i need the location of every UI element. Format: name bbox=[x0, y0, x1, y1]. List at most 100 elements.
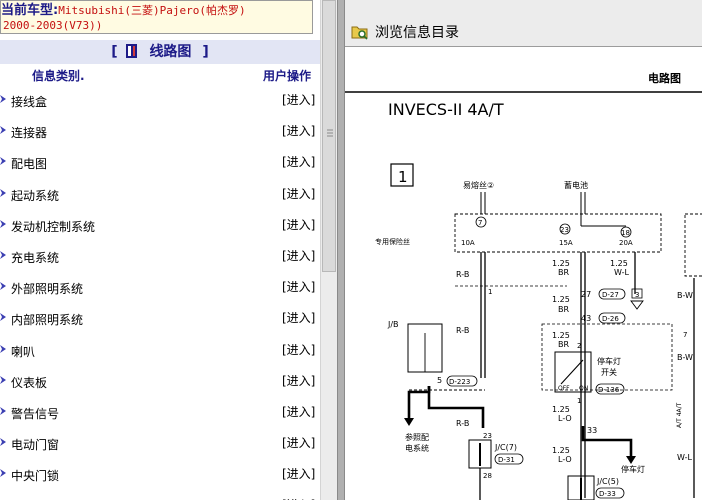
list-item[interactable]: 起动系统 [进入] bbox=[0, 180, 320, 211]
vehicle-header: 当前车型:Mitsubishi(三菱)Pajero(帕杰罗) 2000-2003… bbox=[0, 0, 313, 34]
svg-text:停车灯: 停车灯 bbox=[621, 464, 645, 474]
wiring-diagram-document: 电路图 INVECS-II 4A/T 1 易熔丝② 蓄电池 专用保险丝 7 10… bbox=[345, 48, 702, 500]
right-pane: 浏览信息目录 电路图 INVECS-II 4A/T 1 易熔丝② 蓄电池 专用保… bbox=[345, 0, 702, 500]
list-item-label: 中央门锁 bbox=[11, 469, 60, 484]
scroll-grip-icon bbox=[327, 129, 333, 137]
enter-link[interactable]: [进入] bbox=[282, 372, 315, 389]
svg-text:1: 1 bbox=[577, 397, 581, 405]
list-item[interactable]: 中央门锁 [进入] bbox=[0, 460, 320, 491]
chevron-right-icon bbox=[0, 344, 6, 353]
svg-text:1.25: 1.25 bbox=[552, 331, 570, 340]
left-pane: 当前车型:Mitsubishi(三菱)Pajero(帕杰罗) 2000-2003… bbox=[0, 0, 320, 500]
list-item[interactable]: 发动机控制系统 [进入] bbox=[0, 211, 320, 242]
down-arrow-icon bbox=[626, 456, 636, 464]
chevron-right-icon bbox=[0, 282, 6, 291]
list-item-label: 外部照明系统 bbox=[11, 282, 84, 297]
svg-text:停车灯: 停车灯 bbox=[597, 356, 621, 366]
list-item[interactable]: 连接器 [进入] bbox=[0, 117, 320, 148]
list-item[interactable]: 电动门窗 [进入] bbox=[0, 429, 320, 460]
enter-link[interactable]: [进入] bbox=[282, 434, 315, 451]
column-header: 信息类别. 用户操作 bbox=[0, 64, 320, 84]
chevron-right-icon bbox=[0, 250, 6, 259]
svg-text:43: 43 bbox=[581, 314, 591, 323]
list-item-label: 内部照明系统 bbox=[11, 313, 84, 328]
enter-link[interactable]: [进入] bbox=[282, 185, 315, 202]
pane-splitter[interactable] bbox=[337, 0, 345, 500]
enter-link[interactable]: [进入] bbox=[282, 122, 315, 139]
svg-text:L-O: L-O bbox=[558, 455, 572, 464]
folder-search-icon bbox=[351, 26, 368, 40]
enter-link[interactable]: [进入] bbox=[282, 465, 315, 482]
enter-link[interactable]: [进入] bbox=[282, 278, 315, 295]
list-item[interactable]: 喇叭 [进入] bbox=[0, 336, 320, 367]
svg-text:1: 1 bbox=[488, 288, 492, 296]
section-title: [ 线路图 ] bbox=[0, 40, 320, 64]
svg-text:7: 7 bbox=[683, 331, 687, 339]
chevron-right-icon bbox=[0, 95, 6, 103]
svg-text:1.25: 1.25 bbox=[552, 446, 570, 455]
svg-text:7: 7 bbox=[478, 219, 482, 227]
scroll-thumb[interactable] bbox=[322, 0, 336, 272]
enter-link[interactable]: [进入] bbox=[282, 496, 315, 500]
browse-catalog-label: 浏览信息目录 bbox=[375, 25, 459, 41]
list-item[interactable]: 空调系统[进入] bbox=[0, 491, 320, 500]
list-item-label: 喇叭 bbox=[11, 344, 36, 359]
svg-text:参照配: 参照配 bbox=[405, 432, 429, 442]
list-item-label: 配电图 bbox=[11, 157, 48, 172]
svg-text:3: 3 bbox=[635, 291, 639, 299]
list-item[interactable]: 警告信号 [进入] bbox=[0, 398, 320, 429]
fusible-link-label: 易熔丝② bbox=[463, 180, 494, 190]
list-item[interactable]: 外部照明系统 [进入] bbox=[0, 273, 320, 304]
svg-text:A/T 4A/T: A/T 4A/T bbox=[676, 402, 683, 428]
svg-text:D-136: D-136 bbox=[598, 386, 620, 394]
diagram-title: INVECS-II 4A/T bbox=[388, 100, 504, 119]
chevron-right-icon bbox=[0, 438, 6, 447]
section-title-text: 线路图 bbox=[149, 44, 192, 60]
svg-text:D-31: D-31 bbox=[498, 456, 515, 464]
svg-text:15A: 15A bbox=[559, 239, 573, 247]
svg-text:W-L: W-L bbox=[677, 453, 692, 462]
browse-catalog-button[interactable]: 浏览信息目录 bbox=[351, 19, 459, 45]
enter-link[interactable]: [进入] bbox=[282, 91, 315, 108]
chevron-right-icon bbox=[0, 406, 6, 415]
svg-text:D-27: D-27 bbox=[602, 291, 619, 299]
svg-text:28: 28 bbox=[483, 472, 492, 480]
enter-link[interactable]: [进入] bbox=[282, 247, 315, 264]
list-item[interactable]: 接线盒 [进入] bbox=[0, 86, 320, 117]
svg-text:ON: ON bbox=[579, 385, 588, 392]
list-item-label: 接线盒 bbox=[11, 95, 48, 109]
chevron-right-icon bbox=[0, 188, 6, 197]
list-item[interactable]: 仪表板 [进入] bbox=[0, 367, 320, 398]
vehicle-name: Mitsubishi(三菱)Pajero(帕杰罗) bbox=[58, 4, 246, 17]
list-item-label: 仪表板 bbox=[11, 375, 48, 390]
svg-text:L-O: L-O bbox=[558, 414, 572, 423]
enter-link[interactable]: [进入] bbox=[282, 153, 315, 170]
enter-link[interactable]: [进入] bbox=[282, 341, 315, 358]
vehicle-label: 当前车型: bbox=[1, 3, 59, 18]
chevron-right-icon bbox=[0, 313, 6, 322]
list-item-label: 充电系统 bbox=[11, 250, 60, 265]
svg-text:J/B: J/B bbox=[387, 320, 399, 329]
column-category: 信息类别. bbox=[32, 69, 85, 83]
chevron-right-icon bbox=[0, 375, 6, 384]
list-item-label: 起动系统 bbox=[11, 188, 60, 203]
svg-text:1.25: 1.25 bbox=[552, 405, 570, 414]
enter-link[interactable]: [进入] bbox=[282, 403, 315, 420]
list-item[interactable]: 配电图 [进入] bbox=[0, 148, 320, 179]
svg-text:J/C(5): J/C(5) bbox=[596, 477, 619, 486]
svg-text:D-26: D-26 bbox=[602, 315, 619, 323]
left-scrollbar[interactable] bbox=[320, 0, 337, 500]
enter-link[interactable]: [进入] bbox=[282, 216, 315, 233]
list-item[interactable]: 内部照明系统 [进入] bbox=[0, 304, 320, 335]
svg-text:1.25: 1.25 bbox=[552, 295, 570, 304]
vehicle-line: 当前车型:Mitsubishi(三菱)Pajero(帕杰罗) bbox=[1, 3, 246, 19]
svg-text:27: 27 bbox=[581, 290, 591, 299]
enter-link[interactable]: [进入] bbox=[282, 309, 315, 326]
svg-text:10A: 10A bbox=[461, 239, 475, 247]
list-item-label: 警告信号 bbox=[11, 406, 60, 421]
svg-text:1.25: 1.25 bbox=[552, 259, 570, 268]
svg-text:2: 2 bbox=[577, 342, 581, 350]
svg-text:电系统: 电系统 bbox=[405, 443, 429, 453]
list-item[interactable]: 充电系统 [进入] bbox=[0, 242, 320, 273]
svg-text:1.25: 1.25 bbox=[610, 259, 628, 268]
